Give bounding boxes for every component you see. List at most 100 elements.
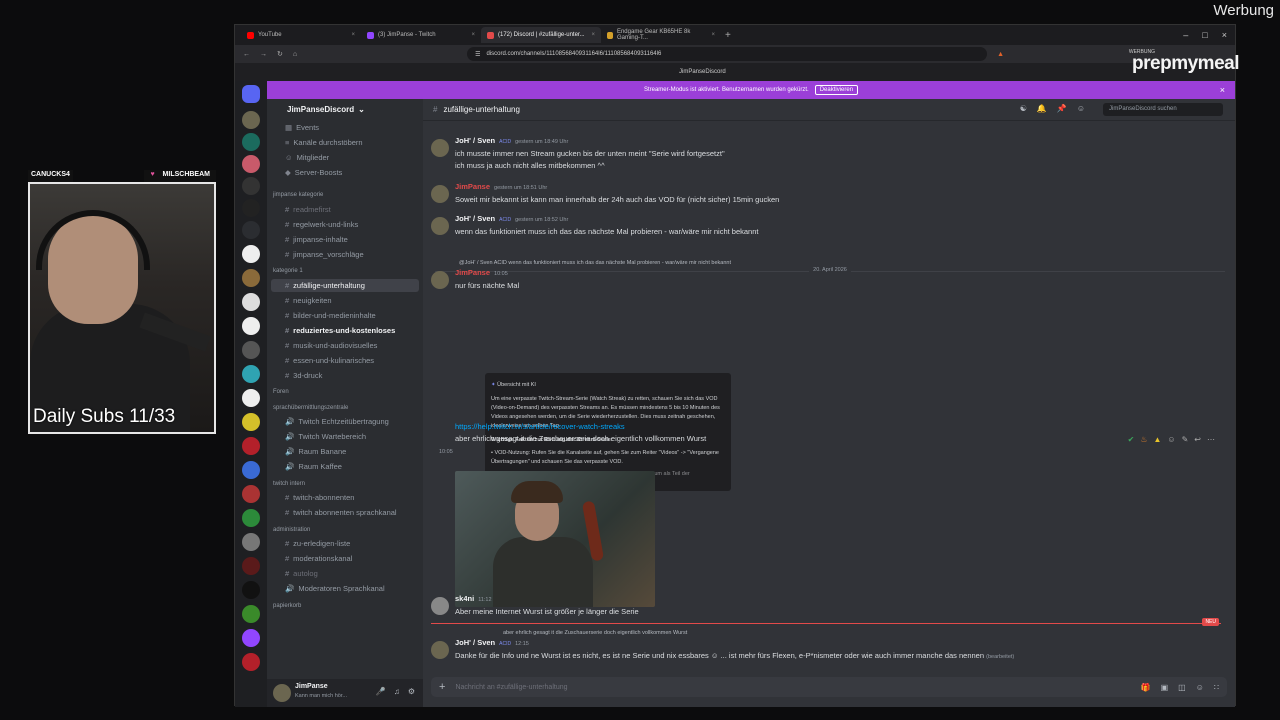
server-icon[interactable]	[242, 177, 260, 195]
gif-image[interactable]	[455, 471, 655, 607]
server-icon[interactable]	[242, 509, 260, 527]
avatar[interactable]	[431, 597, 449, 615]
add-attachment-icon[interactable]: +	[439, 681, 445, 693]
deactivate-button[interactable]: Deaktivieren	[814, 85, 859, 95]
username[interactable]: JoH' / Sven	[455, 638, 495, 647]
server-icon[interactable]	[242, 133, 260, 151]
channel-jimpanse-inhalte[interactable]: # jimpanse-inhalte	[285, 235, 348, 244]
edit-icon[interactable]: ✎	[1182, 435, 1189, 444]
close-icon[interactable]: ×	[471, 32, 475, 38]
browser-tab-endgame[interactable]: Endgame Gear KB65HE 8k Gaming-T... ×	[601, 27, 721, 43]
close-icon[interactable]: ×	[591, 32, 595, 38]
server-icon[interactable]	[242, 605, 260, 623]
username[interactable]: JoH' / Sven	[455, 136, 495, 145]
notification-icon[interactable]: 🔔	[1037, 104, 1047, 113]
sidebar-item-members[interactable]: ☺ Mitglieder	[285, 153, 329, 162]
category-twitch-intern[interactable]: twitch intern	[273, 481, 305, 487]
avatar[interactable]	[431, 139, 449, 157]
channel-zu-erledigen[interactable]: # zu-erledigen-liste	[285, 539, 350, 548]
sidebar-item-boosts[interactable]: ◆ Server-Boosts	[285, 168, 342, 177]
category-sprach[interactable]: sprachübermittlungszentrale	[273, 405, 348, 411]
channel-vorschlaege[interactable]: # jimpanse_vorschläge	[285, 250, 364, 259]
server-icon[interactable]	[242, 461, 260, 479]
server-icon[interactable]	[242, 485, 260, 503]
avatar[interactable]	[431, 217, 449, 235]
channel-regelwerk[interactable]: # regelwerk-und-links	[285, 220, 358, 229]
channel-zufaellige-unterhaltung[interactable]: # zufällige-unterhaltung	[271, 279, 419, 292]
sidebar-item-browse[interactable]: ≡ Kanäle durchstöbern	[285, 138, 363, 147]
channel-essen[interactable]: # essen-und-kulinarisches	[285, 356, 374, 365]
server-icon[interactable]	[242, 199, 260, 217]
voice-channel-warte[interactable]: 🔊 Twitch Wartebereich	[285, 432, 366, 441]
channel-abo-sprachkanal[interactable]: # twitch abonnenten sprachkanal	[285, 508, 397, 517]
gift-icon[interactable]: 🎁	[1141, 683, 1151, 692]
close-icon[interactable]: ×	[711, 32, 715, 38]
voice-channel-moderatoren[interactable]: 🔊 Moderatoren Sprachkanal	[285, 584, 385, 593]
username[interactable]: JimPanse	[455, 268, 490, 277]
username[interactable]: JimPanse	[455, 182, 490, 191]
channel-bilder[interactable]: # bilder-und-medieninhalte	[285, 311, 376, 320]
thumbs-reaction-icon[interactable]: ▲	[1154, 435, 1162, 444]
gif-icon[interactable]: ▣	[1161, 683, 1169, 692]
fire-reaction-icon[interactable]: ♨	[1140, 435, 1147, 444]
username[interactable]: sk4ni	[455, 594, 474, 603]
avatar[interactable]	[273, 684, 291, 702]
browser-tab-twitch[interactable]: (3) JimPanse - Twitch ×	[361, 27, 481, 43]
avatar[interactable]	[431, 641, 449, 659]
members-icon[interactable]: ☺	[1077, 104, 1085, 113]
channel-autolog[interactable]: # autolog	[285, 569, 318, 578]
channel-twitch-abonnenten[interactable]: # twitch-abonnenten	[285, 493, 354, 502]
gear-icon[interactable]: ⚙	[408, 687, 415, 696]
server-icon[interactable]	[242, 221, 260, 239]
voice-channel-kaffee[interactable]: 🔊 Raum Kaffee	[285, 462, 342, 471]
voice-channel-echtzeit[interactable]: 🔊 Twitch Echtzeitübertragung	[285, 417, 389, 426]
mute-icon[interactable]: 🎤	[376, 687, 386, 696]
url-bar[interactable]: ☰ discord.com/channels/1110856840931164l6…	[467, 47, 988, 61]
message-link[interactable]: https://help.twitch.tv/s/article/recover…	[455, 422, 625, 431]
reload-icon[interactable]: ↻	[277, 50, 283, 58]
message-composer[interactable]: + Nachricht an #zufällige-unterhaltung 🎁…	[431, 677, 1227, 697]
server-icon[interactable]	[242, 245, 260, 263]
new-tab-button[interactable]: +	[725, 30, 731, 41]
channel-3d-druck[interactable]: #3d-druck	[285, 371, 322, 380]
forward-icon[interactable]: →	[260, 51, 267, 58]
check-reaction-icon[interactable]: ✔	[1128, 435, 1135, 444]
channel-readmefirst[interactable]: # readmefirst	[285, 205, 331, 214]
maximize-icon[interactable]: □	[1202, 30, 1207, 40]
more-icon[interactable]: ⋯	[1207, 435, 1215, 444]
server-icon[interactable]	[242, 341, 260, 359]
close-window-icon[interactable]: ×	[1222, 30, 1227, 40]
username[interactable]: JoH' / Sven	[455, 214, 495, 223]
browser-tab-discord[interactable]: (172) Discord | #zufällige-unter... ×	[481, 27, 601, 43]
server-name-header[interactable]: JimPanseDiscord ⌄	[267, 99, 423, 119]
server-icon[interactable]	[242, 317, 260, 335]
server-icon[interactable]	[242, 581, 260, 599]
channel-moderation[interactable]: # moderationskanal	[285, 554, 352, 563]
home-icon[interactable]: ⌂	[293, 51, 297, 58]
discord-home-icon[interactable]	[242, 85, 260, 103]
server-icon[interactable]	[242, 269, 260, 287]
category-jimpanse[interactable]: jimpanse kategorie	[273, 192, 323, 198]
reply-icon[interactable]: ↩	[1194, 435, 1201, 444]
minimize-icon[interactable]: –	[1183, 30, 1188, 40]
channel-reduziertes[interactable]: # reduziertes-und-kostenloses	[285, 326, 395, 335]
server-icon[interactable]	[242, 293, 260, 311]
category-papierkorb[interactable]: papierkorb	[273, 603, 301, 609]
server-icon[interactable]	[242, 653, 260, 671]
close-icon[interactable]: ×	[1220, 85, 1225, 95]
category-administration[interactable]: administration	[273, 527, 310, 533]
avatar[interactable]	[431, 185, 449, 203]
server-icon[interactable]	[242, 111, 260, 129]
server-icon[interactable]	[242, 389, 260, 407]
apps-icon[interactable]: ∷	[1214, 683, 1219, 692]
server-icon[interactable]	[242, 413, 260, 431]
sticker-icon[interactable]: ◫	[1178, 683, 1186, 692]
voice-channel-banane[interactable]: 🔊 Raum Banane	[285, 447, 346, 456]
category-kategorie-1[interactable]: kategorie 1	[273, 268, 303, 274]
pin-icon[interactable]: 📌	[1057, 104, 1067, 113]
search-input[interactable]: JimPanseDiscord suchen	[1103, 103, 1223, 116]
browser-tab-youtube[interactable]: YouTube ×	[241, 27, 361, 43]
site-info-icon[interactable]: ☰	[475, 51, 480, 58]
server-icon[interactable]	[242, 155, 260, 173]
threads-icon[interactable]: ☯	[1020, 104, 1027, 113]
